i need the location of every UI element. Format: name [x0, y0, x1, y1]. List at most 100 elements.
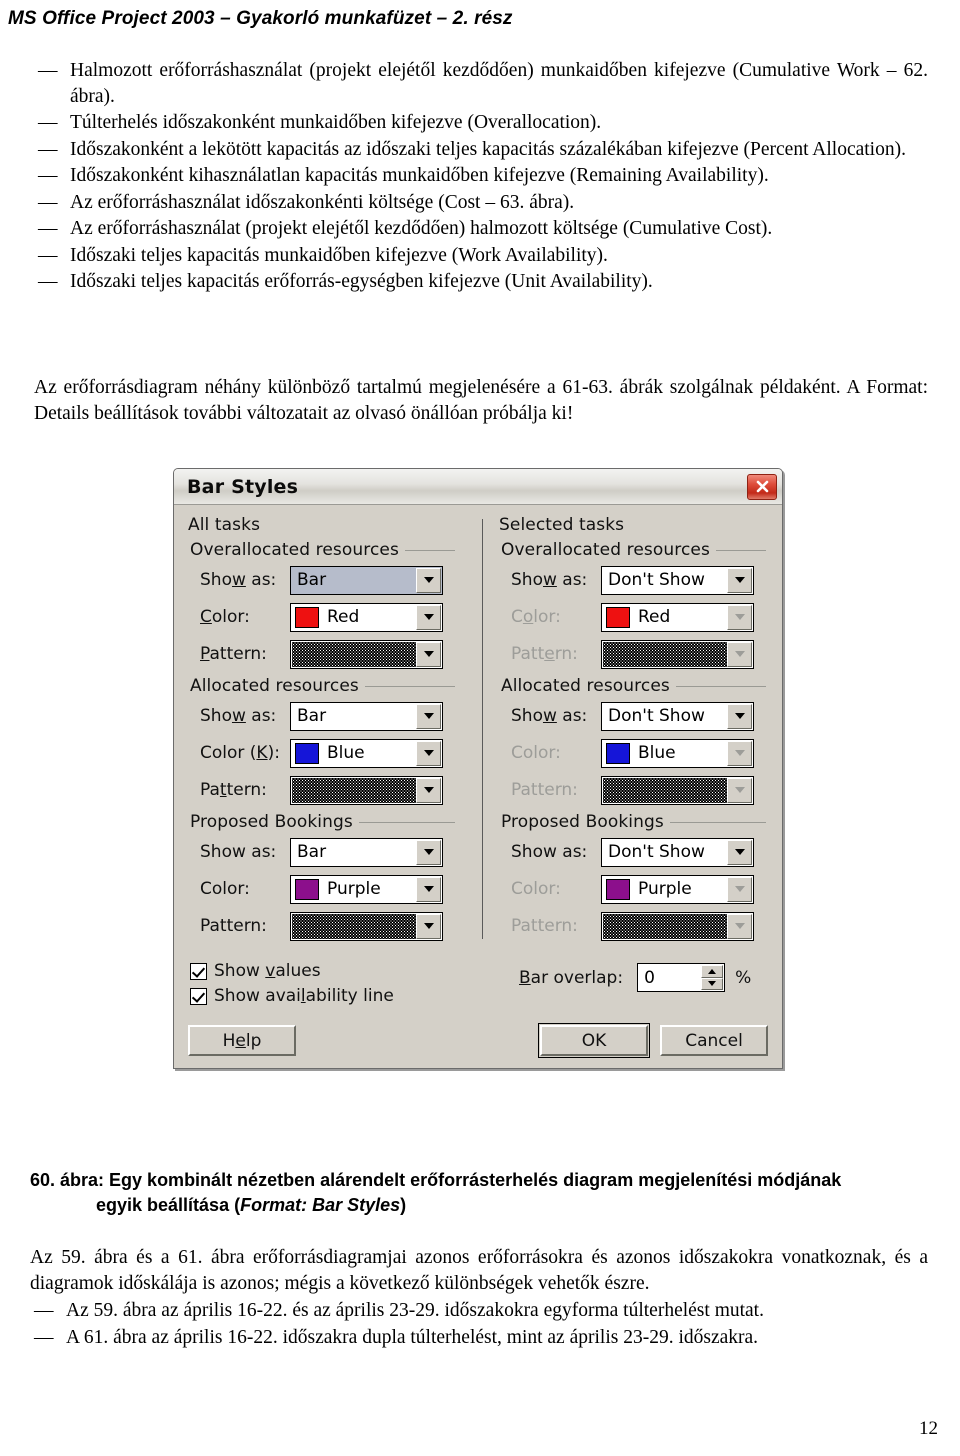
bullet-dash: —	[38, 271, 58, 292]
bullet-list-top: — Halmozott erőforráshasználat (projekt e…	[34, 58, 928, 295]
group-rule	[675, 685, 766, 687]
pattern-swatch	[603, 777, 727, 803]
checkbox-label: Show values	[214, 961, 321, 981]
chevron-down-icon[interactable]	[416, 876, 441, 902]
list-item: — Az erőforráshasználat (projekt elejétől…	[34, 216, 928, 242]
list-item-text: Az erőforráshasználat (projekt elejétől …	[70, 218, 773, 239]
checkbox-show-values[interactable]: Show values	[190, 961, 459, 981]
stepper-up-icon[interactable]	[701, 965, 724, 978]
pattern-row: Pattern:	[186, 773, 459, 807]
show-as-label: Show as:	[511, 570, 588, 590]
dialog-columns: All tasks Overallocated resources Show as…	[186, 515, 770, 947]
show-as-label: Show as:	[200, 706, 277, 726]
pattern-dropdown[interactable]	[601, 639, 754, 669]
chevron-down-icon[interactable]	[727, 839, 752, 865]
chevron-down-icon[interactable]	[416, 703, 441, 729]
chevron-down-icon[interactable]	[727, 703, 752, 729]
group-left-0: Overallocated resources Show as: Bar Color:…	[186, 540, 459, 671]
caption-text-post: )	[400, 1195, 407, 1215]
show-as-row: Show as: Don't Show	[497, 563, 770, 597]
list-item: — Időszaki teljes kapacitás erőforrás-egy…	[34, 269, 928, 295]
group-rule	[364, 685, 455, 687]
pattern-row: Pattern:	[186, 637, 459, 671]
pattern-swatch	[292, 913, 416, 939]
figure-caption-line1: 60. ábra: Egy kombinált nézetben alárend…	[30, 1170, 842, 1190]
color-dropdown[interactable]: Red	[601, 602, 754, 632]
color-label: Color (K):	[200, 743, 280, 763]
list-item-text: Időszaki teljes kapacitás erőforrás-egys…	[70, 271, 653, 292]
pattern-label: Pattern:	[511, 916, 578, 936]
chevron-down-icon[interactable]	[416, 641, 441, 667]
chevron-down-icon	[727, 876, 752, 902]
chevron-down-icon[interactable]	[727, 567, 752, 593]
stepper-down-icon[interactable]	[701, 977, 724, 990]
color-dropdown[interactable]: Purple	[290, 874, 443, 904]
bullet-dash: —	[38, 138, 58, 160]
group-rule	[404, 549, 455, 551]
color-dropdown[interactable]: Purple	[601, 874, 754, 904]
list-item: — Az 59. ábra az április 16-22. és az ápr…	[30, 1298, 928, 1324]
group-right-2: Proposed Bookings Show as: Don't Show Color…	[497, 812, 770, 943]
chevron-down-icon	[727, 740, 752, 766]
checkbox-show-availability-line[interactable]: Show availability line	[190, 986, 459, 1006]
list-item-text: Időszaki teljes kapacitás munkaidőben ki…	[70, 244, 608, 266]
show-as-dropdown[interactable]: Bar	[290, 701, 443, 731]
bottom-paragraph-block: Az 59. ábra és a 61. ábra erőforrásdiagr…	[30, 1245, 928, 1351]
chevron-down-icon[interactable]	[416, 740, 441, 766]
selected-tasks-column: Selected tasks Overallocated resources Sh…	[475, 515, 770, 947]
ok-button[interactable]: OK	[538, 1023, 650, 1058]
chevron-down-icon	[727, 777, 752, 803]
pattern-dropdown[interactable]	[290, 911, 443, 941]
dialog-body: All tasks Overallocated resources Show as…	[174, 505, 782, 1068]
pattern-dropdown[interactable]	[290, 775, 443, 805]
color-dropdown[interactable]: Blue	[601, 738, 754, 768]
color-row: Color: Red	[497, 600, 770, 634]
group-title: Proposed Bookings	[190, 812, 459, 832]
color-row: Color (K): Blue	[186, 736, 459, 770]
color-row: Color: Blue	[497, 736, 770, 770]
show-as-dropdown[interactable]: Bar	[290, 565, 443, 595]
color-label: Color:	[511, 879, 561, 899]
pattern-dropdown[interactable]	[601, 911, 754, 941]
chevron-down-icon[interactable]	[416, 913, 441, 939]
show-as-row: Show as: Bar	[186, 835, 459, 869]
chevron-down-icon[interactable]	[416, 604, 441, 630]
show-as-row: Show as: Bar	[186, 563, 459, 597]
color-dropdown[interactable]: Blue	[290, 738, 443, 768]
chevron-down-icon	[727, 641, 752, 667]
chevron-down-icon[interactable]	[416, 567, 441, 593]
cancel-button[interactable]: Cancel	[660, 1025, 768, 1056]
bar-overlap-group: Bar overlap: 0 %	[475, 953, 770, 1011]
show-as-dropdown[interactable]: Bar	[290, 837, 443, 867]
pattern-swatch	[603, 641, 727, 667]
pattern-label: Pattern:	[511, 780, 578, 800]
pattern-dropdown[interactable]	[290, 639, 443, 669]
chevron-down-icon[interactable]	[416, 777, 441, 803]
help-button[interactable]: He lp	[188, 1025, 296, 1056]
bar-overlap-stepper[interactable]: 0	[637, 963, 726, 992]
stepper-buttons[interactable]	[701, 965, 724, 990]
running-header: MS Office Project 2003 – Gyakorló munkaf…	[8, 8, 513, 29]
close-icon[interactable]	[747, 473, 777, 500]
checkmark-icon[interactable]	[190, 962, 207, 980]
pattern-swatch	[292, 777, 416, 803]
show-as-dropdown[interactable]: Don't Show	[601, 837, 754, 867]
chevron-down-icon[interactable]	[416, 839, 441, 865]
pattern-dropdown[interactable]	[601, 775, 754, 805]
group-title: Allocated resources	[501, 676, 770, 696]
show-as-label: Show as:	[200, 570, 277, 590]
list-item: — Időszaki teljes kapacitás munkaidőben k…	[34, 243, 928, 269]
color-dropdown[interactable]: Red	[290, 602, 443, 632]
bullet-dash: —	[34, 1300, 54, 1321]
list-item-text: Túlterhelés időszakonként munkaidőben ki…	[70, 112, 602, 133]
group-title-text: Proposed Bookings	[501, 812, 664, 832]
show-as-dropdown[interactable]: Don't Show	[601, 701, 754, 731]
group-rule	[715, 549, 766, 551]
list-item-text: A 61. ábra az április 16-22. időszakra d…	[66, 1326, 759, 1348]
color-dropdown-value: Purple	[327, 878, 381, 899]
show-as-label: Show as:	[200, 842, 277, 862]
show-as-dropdown[interactable]: Don't Show	[601, 565, 754, 595]
pattern-label: Pattern:	[200, 916, 267, 936]
checkmark-icon[interactable]	[190, 987, 207, 1005]
pattern-row: Pattern:	[497, 909, 770, 943]
